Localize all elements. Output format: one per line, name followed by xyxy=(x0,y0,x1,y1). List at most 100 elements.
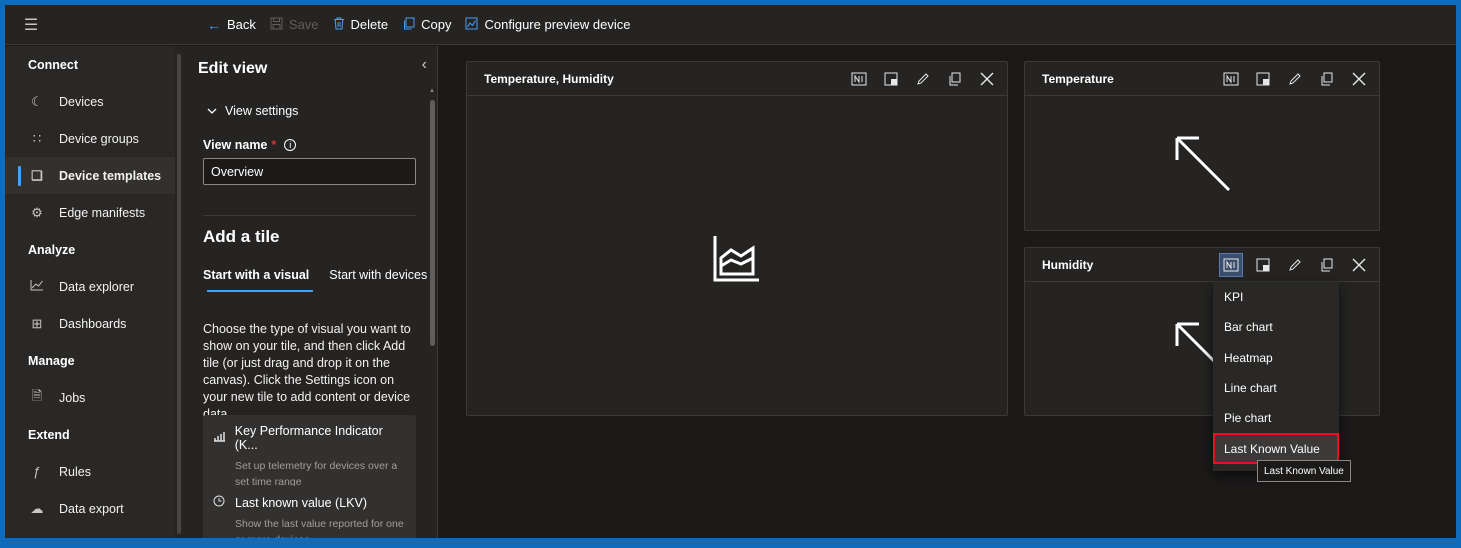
nav-scrollbar[interactable] xyxy=(175,46,183,538)
left-navigation: Connect ☾ Devices ∷ Device groups ❏ Devi… xyxy=(5,46,175,538)
edge-manifests-icon: ⚙ xyxy=(31,204,43,220)
nav-item-label: Jobs xyxy=(59,390,86,405)
back-label: Back xyxy=(227,17,256,32)
close-icon[interactable] xyxy=(1347,67,1371,91)
change-visual-icon[interactable] xyxy=(1219,253,1243,277)
panel-scrollbar[interactable]: ▲ xyxy=(429,86,435,538)
visual-type-menu: KPI Bar chart Heatmap Line chart Pie cha… xyxy=(1213,282,1339,471)
change-visual-icon[interactable] xyxy=(847,67,871,91)
back-button[interactable]: ← Back xyxy=(207,17,256,33)
configure-label: Configure preview device xyxy=(484,17,631,32)
add-tile-description: Choose the type of visual you want to sh… xyxy=(203,322,411,421)
edit-pencil-icon[interactable] xyxy=(1283,253,1307,277)
menu-item-heatmap[interactable]: Heatmap xyxy=(1213,343,1339,373)
arrow-up-left-icon xyxy=(1173,134,1231,197)
area-chart-icon xyxy=(713,234,761,287)
rules-icon: ƒ xyxy=(33,464,41,479)
tab-start-with-devices[interactable]: Start with devices xyxy=(329,268,427,292)
dashboards-icon: ⊞ xyxy=(31,315,43,331)
copy-label: Copy xyxy=(421,17,452,32)
nav-item-edge-manifests[interactable]: ⚙ Edge manifests xyxy=(5,194,175,231)
add-tile-tabs: Start with a visual Start with devices xyxy=(203,268,427,292)
configure-preview-device-button[interactable]: Configure preview device xyxy=(465,17,630,33)
menu-item-bar-chart[interactable]: Bar chart xyxy=(1213,312,1339,342)
command-bar: ☰ ← Back Save Delete Copy Configure prev… xyxy=(5,5,1456,45)
copy-tile-icon[interactable] xyxy=(943,67,967,91)
tile-temperature[interactable]: Temperature xyxy=(1024,61,1380,231)
save-button[interactable]: Save xyxy=(270,17,319,33)
visual-option-title: Last known value (LKV) xyxy=(235,495,368,510)
nav-section-manage: Manage xyxy=(28,353,75,368)
nav-item-label: Rules xyxy=(59,464,91,479)
save-icon xyxy=(270,17,283,33)
view-settings-toggle[interactable]: View settings xyxy=(207,104,298,118)
visual-option-description: Show the last value reported for one or … xyxy=(235,518,404,538)
visual-option-lkv[interactable]: Last known value (LKV) Show the last val… xyxy=(203,486,416,538)
data-explorer-icon xyxy=(27,279,47,294)
copy-button[interactable]: Copy xyxy=(402,17,451,33)
edit-view-title: Edit view xyxy=(198,60,268,77)
view-name-label: View name * i xyxy=(203,138,297,152)
close-icon[interactable] xyxy=(975,67,999,91)
tile-title: Temperature, Humidity xyxy=(484,71,614,86)
nav-item-jobs[interactable]: 🗎 Jobs xyxy=(5,379,175,416)
chart-icon xyxy=(465,17,478,33)
nav-item-dashboards[interactable]: ⊞ Dashboards xyxy=(5,305,175,342)
close-icon[interactable] xyxy=(1347,253,1371,277)
copy-tile-icon[interactable] xyxy=(1315,253,1339,277)
visual-option-title: Key Performance Indicator (K... xyxy=(234,424,383,452)
resize-tile-icon[interactable] xyxy=(1251,67,1275,91)
nav-item-label: Devices xyxy=(59,94,104,109)
copy-icon xyxy=(402,17,415,33)
device-templates-icon: ❏ xyxy=(31,167,43,183)
add-tile-title: Add a tile xyxy=(203,227,280,246)
nav-item-data-explorer[interactable]: Data explorer xyxy=(5,268,175,305)
nav-section-connect: Connect xyxy=(28,57,78,72)
tab-start-with-visual[interactable]: Start with a visual xyxy=(203,268,314,292)
nav-scrollbar-thumb[interactable] xyxy=(177,54,181,534)
app-window: ☰ ← Back Save Delete Copy Configure prev… xyxy=(5,5,1456,538)
edit-pencil-icon[interactable] xyxy=(911,67,935,91)
nav-item-data-export[interactable]: ☁ Data export xyxy=(5,490,175,527)
hamburger-menu-icon[interactable]: ☰ xyxy=(5,5,57,45)
nav-item-rules[interactable]: ƒ Rules xyxy=(5,453,175,490)
divider xyxy=(203,215,416,216)
resize-tile-icon[interactable] xyxy=(879,67,903,91)
nav-section-analyze: Analyze xyxy=(28,242,76,257)
save-label: Save xyxy=(288,17,319,32)
back-arrow-icon: ← xyxy=(207,16,221,33)
trash-icon xyxy=(333,17,345,33)
nav-item-label: Data explorer xyxy=(59,279,135,294)
device-groups-icon: ∷ xyxy=(32,130,42,146)
delete-button[interactable]: Delete xyxy=(333,17,389,33)
view-name-input[interactable] xyxy=(203,158,416,185)
menu-item-line-chart[interactable]: Line chart xyxy=(1213,373,1339,403)
info-icon[interactable]: i xyxy=(284,139,297,151)
nav-item-device-templates[interactable]: ❏ Device templates xyxy=(5,157,175,194)
resize-tile-icon[interactable] xyxy=(1251,253,1275,277)
tile-title: Humidity xyxy=(1042,257,1094,272)
change-visual-icon[interactable] xyxy=(1219,67,1243,91)
edit-view-panel: Edit view ‹ ▲ View settings View name * … xyxy=(183,46,438,538)
collapse-panel-icon[interactable]: ‹ xyxy=(422,56,427,74)
data-export-icon: ☁ xyxy=(30,500,44,516)
jobs-icon: 🗎 xyxy=(31,387,43,403)
nav-section-extend: Extend xyxy=(28,427,70,442)
delete-label: Delete xyxy=(350,17,389,32)
view-settings-label: View settings xyxy=(225,104,299,118)
nav-item-label: Data export xyxy=(59,501,124,516)
panel-scrollbar-thumb[interactable] xyxy=(430,100,435,346)
tile-temperature-humidity[interactable]: Temperature, Humidity xyxy=(466,61,1008,416)
menu-item-pie-chart[interactable]: Pie chart xyxy=(1213,403,1339,433)
view-name-label-text: View name xyxy=(203,138,268,152)
copy-tile-icon[interactable] xyxy=(1315,67,1339,91)
nav-item-devices[interactable]: ☾ Devices xyxy=(5,83,175,120)
devices-icon: ☾ xyxy=(31,93,43,109)
kpi-icon xyxy=(213,431,227,445)
tooltip: Last Known Value xyxy=(1257,460,1351,482)
scroll-up-icon[interactable]: ▲ xyxy=(429,88,435,94)
nav-item-label: Device groups xyxy=(59,131,139,146)
nav-item-device-groups[interactable]: ∷ Device groups xyxy=(5,120,175,157)
menu-item-kpi[interactable]: KPI xyxy=(1213,282,1339,312)
edit-pencil-icon[interactable] xyxy=(1283,67,1307,91)
